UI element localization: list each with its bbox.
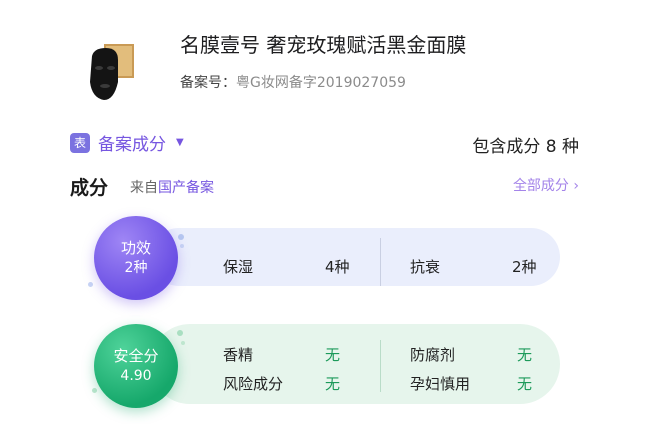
caret-down-icon: ▼ [176,137,184,148]
efficacy-item-value: 4种 [325,258,350,276]
safety-item-name: 风险成分 [223,375,284,393]
efficacy-badge: 功效 2种 [94,216,178,300]
safety-item-value: 无 [517,346,533,364]
safety-item-value: 无 [325,346,341,364]
decor-dot [177,330,183,336]
card-divider [380,238,381,286]
decor-dot [178,234,184,240]
table-icon: 表 [70,132,90,153]
filing-label: 备案成分 [98,135,166,155]
safety-item-name: 香精 [223,346,254,364]
source-link[interactable]: 国产备案 [158,180,214,196]
product-name: 名膜壹号 奢宠玫瑰赋活黑金面膜 [180,33,467,57]
safety-item-value: 无 [517,375,533,393]
decor-dot [180,244,184,248]
product-image [84,42,140,102]
card-divider [380,340,381,392]
decor-dot [181,341,185,345]
decor-dot [88,282,93,287]
safety-badge: 安全分 4.90 [94,324,178,408]
efficacy-item-value: 2种 [512,258,537,276]
ingredients-source: 来自国产备案 [130,177,214,197]
efficacy-count: 2种 [124,259,148,276]
efficacy-item-name: 保湿 [223,258,254,276]
filing-selector[interactable]: 表 备案成分 ▼ [70,130,184,155]
efficacy-item-name: 抗衰 [410,258,441,276]
safety-score: 4.90 [120,367,152,384]
safety-item-value: 无 [325,375,341,393]
safety-item-name: 孕妇慎用 [410,375,471,393]
ingredient-total: 包含成分 8 种 [472,137,579,157]
registration-label: 备案号： [180,75,236,91]
efficacy-title: 功效 [120,239,151,258]
all-ingredients-link[interactable]: 全部成分 › [513,175,579,195]
ingredients-title: 成分 [70,177,109,199]
efficacy-card[interactable] [150,228,560,286]
registration-number: 备案号：粤G妆网备字2019027059 [180,72,406,92]
safety-title: 安全分 [113,347,159,366]
decor-dot [92,388,97,393]
safety-card[interactable] [150,324,560,404]
safety-item-name: 防腐剂 [410,346,456,364]
source-prefix: 来自 [130,180,158,196]
registration-value: 粤G妆网备字2019027059 [236,75,406,91]
